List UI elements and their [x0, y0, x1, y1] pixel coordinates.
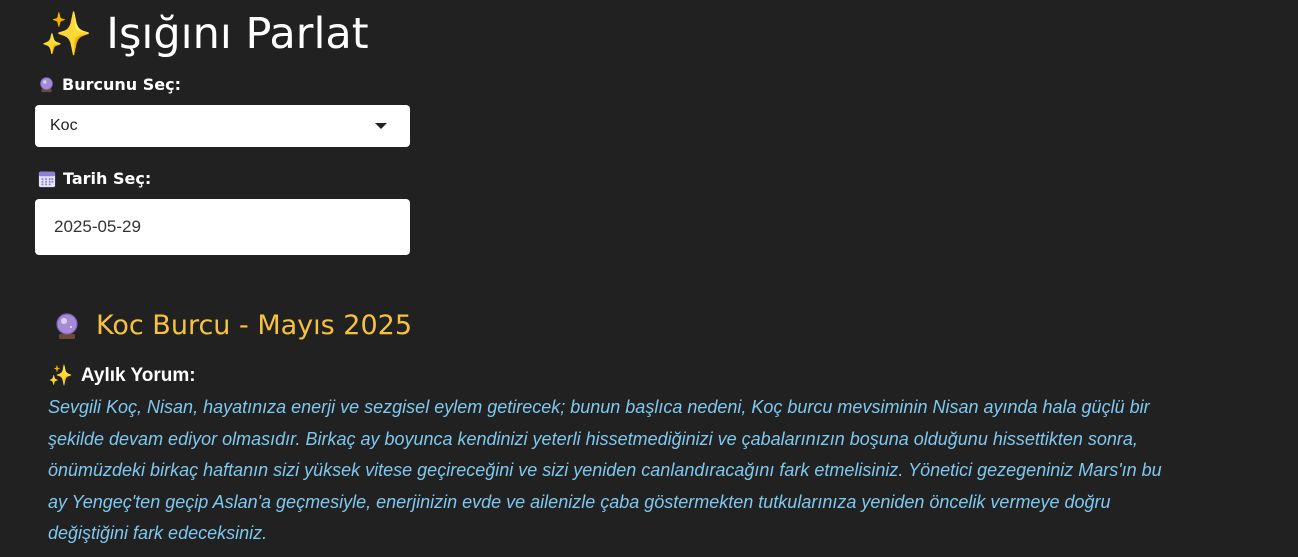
result-title: Koc Burcu - Mayıs 2025 — [52, 310, 412, 341]
monthly-reading-heading-text: Aylık Yorum: — [80, 364, 196, 386]
crystal-ball-icon — [40, 77, 53, 93]
date-input-label: Tarih Seç: — [38, 169, 151, 188]
zodiac-select-value: Koc — [50, 117, 78, 134]
sparkles-icon: ✨ — [40, 9, 93, 58]
date-input-label-text: Tarih Seç: — [63, 169, 152, 188]
calendar-icon — [38, 171, 56, 187]
chevron-down-icon[interactable] — [375, 123, 387, 129]
monthly-reading-text: Sevgili Koç, Nisan, hayatınıza enerji ve… — [48, 397, 1162, 543]
crystal-ball-icon — [56, 312, 78, 339]
sparkles-icon: ✨ — [48, 365, 73, 387]
app-title: ✨ Işığını Parlat — [40, 6, 369, 62]
app-title-text: Işığını Parlat — [106, 9, 369, 59]
date-input[interactable] — [35, 199, 410, 255]
result-title-text: Koc Burcu - Mayıs 2025 — [96, 310, 412, 341]
zodiac-select-label: Burcunu Seç: — [38, 75, 181, 94]
zodiac-select-label-text: Burcunu Seç: — [62, 75, 181, 94]
monthly-reading-heading: ✨ Aylık Yorum: — [48, 363, 196, 388]
zodiac-select[interactable]: Koc — [35, 105, 410, 147]
